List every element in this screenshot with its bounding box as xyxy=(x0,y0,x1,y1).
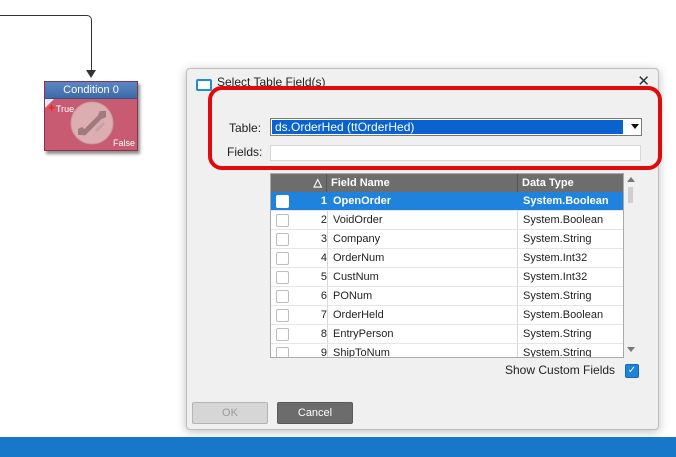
data-type-cell: System.String xyxy=(523,290,592,302)
false-port[interactable]: False xyxy=(113,138,135,148)
grid-header: △ Field Name Data Type xyxy=(271,174,623,192)
fields-grid[interactable]: △ Field Name Data Type 1 OpenOrder System.… xyxy=(270,173,624,358)
condition-node-title: Condition 0 xyxy=(45,82,137,99)
table-row[interactable]: 8 EntryPerson System.String xyxy=(271,325,623,344)
table-label: Table: xyxy=(229,121,262,135)
table-row[interactable]: 3 Company System.String xyxy=(271,230,623,249)
row-number: 4 xyxy=(320,252,327,264)
fields-input[interactable] xyxy=(270,145,641,161)
connector-line xyxy=(0,15,92,74)
dialog-window-icon xyxy=(196,79,212,91)
data-type-cell: System.Int32 xyxy=(523,271,588,283)
sort-arrow-icon[interactable]: △ xyxy=(271,174,327,192)
field-name-cell: CustNum xyxy=(333,271,379,283)
table-dropdown-value: ds.OrderHed (ttOrderHed) xyxy=(272,120,623,134)
data-type-cell: System.String xyxy=(523,347,592,358)
row-number: 6 xyxy=(320,290,327,302)
field-name-cell: VoidOrder xyxy=(333,214,383,226)
ok-button[interactable]: OK xyxy=(192,402,268,424)
field-name-cell: OpenOrder xyxy=(333,195,392,207)
row-checkbox[interactable] xyxy=(276,309,289,322)
table-dropdown[interactable]: ds.OrderHed (ttOrderHed) xyxy=(270,118,642,136)
swap-arrows-icon xyxy=(70,101,114,145)
select-table-fields-dialog: Select Table Field(s) ✕ Table: ds.OrderH… xyxy=(186,68,662,430)
scroll-down-icon[interactable] xyxy=(627,347,635,352)
scroll-up-icon[interactable] xyxy=(627,177,635,182)
table-row[interactable]: 4 OrderNum System.Int32 xyxy=(271,249,623,268)
add-icon: + xyxy=(48,101,56,115)
row-number: 2 xyxy=(320,214,327,226)
connector-arrowhead xyxy=(86,70,96,78)
row-checkbox[interactable] xyxy=(276,195,289,208)
chevron-down-icon[interactable] xyxy=(631,124,639,129)
table-row[interactable]: 5 CustNum System.Int32 xyxy=(271,268,623,287)
table-row[interactable]: 7 OrderHeld System.Boolean xyxy=(271,306,623,325)
column-header-data-type[interactable]: Data Type xyxy=(518,174,623,192)
data-type-cell: System.Int32 xyxy=(523,252,588,264)
fields-label: Fields: xyxy=(227,145,263,159)
data-type-cell: System.Boolean xyxy=(523,214,604,226)
checkmark-icon: ✓ xyxy=(627,365,637,376)
field-name-cell: ShipToNum xyxy=(333,347,390,358)
scroll-thumb[interactable] xyxy=(628,187,633,203)
column-header-field-name[interactable]: Field Name xyxy=(328,174,518,192)
show-custom-fields-checkbox[interactable]: ✓ xyxy=(625,364,639,378)
field-name-cell: EntryPerson xyxy=(333,328,394,340)
data-type-cell: System.Boolean xyxy=(523,195,609,207)
row-checkbox[interactable] xyxy=(276,328,289,341)
field-name-cell: OrderHeld xyxy=(333,309,384,321)
field-name-cell: Company xyxy=(333,233,381,245)
table-row[interactable]: 9 ShipToNum System.String xyxy=(271,344,623,358)
data-type-cell: System.String xyxy=(523,233,592,245)
row-checkbox[interactable] xyxy=(276,252,289,265)
vertical-scrollbar[interactable] xyxy=(624,173,638,356)
row-number: 8 xyxy=(320,328,327,340)
taskbar-strip xyxy=(0,437,676,457)
row-number: 3 xyxy=(320,233,327,245)
table-row[interactable]: 6 PONum System.String xyxy=(271,287,623,306)
row-number: 1 xyxy=(320,195,327,207)
condition-node[interactable]: Condition 0 +True False xyxy=(44,81,138,151)
show-custom-fields-label: Show Custom Fields xyxy=(505,363,616,377)
row-checkbox[interactable] xyxy=(276,271,289,284)
field-name-cell: PONum xyxy=(333,290,373,302)
row-number: 7 xyxy=(320,309,327,321)
row-number: 5 xyxy=(320,271,327,283)
row-checkbox[interactable] xyxy=(276,214,289,227)
data-type-cell: System.String xyxy=(523,328,592,340)
cancel-button[interactable]: Cancel xyxy=(277,402,353,424)
field-name-cell: OrderNum xyxy=(333,252,385,264)
table-row[interactable]: 1 OpenOrder System.Boolean xyxy=(271,192,623,211)
table-row[interactable]: 2 VoidOrder System.Boolean xyxy=(271,211,623,230)
row-checkbox[interactable] xyxy=(276,347,289,357)
row-number: 9 xyxy=(320,347,327,358)
data-type-cell: System.Boolean xyxy=(523,309,604,321)
row-checkbox[interactable] xyxy=(276,233,289,246)
row-checkbox[interactable] xyxy=(276,290,289,303)
